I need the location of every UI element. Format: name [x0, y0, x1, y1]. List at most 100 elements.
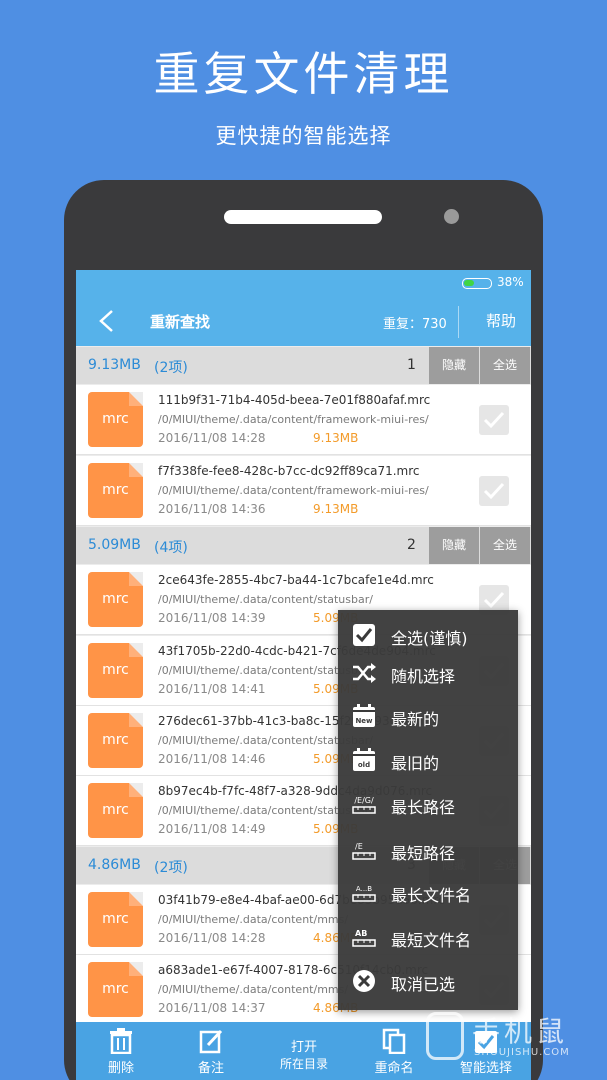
- group-index: 1: [407, 357, 416, 373]
- battery-percent: 38%: [497, 275, 524, 289]
- file-row[interactable]: mrc f7f338fe-fee8-428c-b7cc-dc92ff89ca71…: [76, 456, 531, 526]
- duplicate-count: 重复：730: [383, 317, 447, 332]
- file-name: f7f338fe-fee8-428c-b7cc-dc92ff89ca71.mrc: [158, 464, 420, 478]
- file-name: 2ce643fe-2855-4bc7-ba44-1c7bcafe1e4d.mrc: [158, 573, 434, 587]
- rescan-button[interactable]: 重新查找: [150, 311, 210, 332]
- menu-item-shortest-name[interactable]: AB 最短文件名: [338, 915, 518, 959]
- file-ext: mrc: [102, 662, 129, 678]
- group-hide-button[interactable]: 隐藏: [429, 527, 479, 564]
- group-count: (2项): [154, 360, 188, 376]
- calendar-new-icon: New: [353, 704, 375, 727]
- check-icon: [483, 591, 505, 609]
- short-name-badge: AB: [355, 929, 367, 938]
- file-date: 2016/11/08 14:36: [158, 502, 266, 516]
- battery-icon: [462, 278, 492, 289]
- file-date: 2016/11/08 14:39: [158, 611, 266, 625]
- menu-label: 最新的: [391, 710, 440, 729]
- file-size: 9.13MB: [313, 502, 359, 516]
- open-label: 打开: [290, 1040, 317, 1055]
- long-name-badge: A...B: [356, 885, 372, 893]
- check-icon: [483, 482, 505, 500]
- file-icon: mrc: [88, 643, 143, 698]
- app-bar: 重新查找 重复：730 帮助: [76, 296, 531, 346]
- file-size: 9.13MB: [313, 431, 359, 445]
- file-ext: mrc: [102, 911, 129, 927]
- phone-speaker: [224, 210, 382, 224]
- battery-level: [464, 280, 474, 286]
- file-date: 2016/11/08 14:37: [158, 1001, 266, 1015]
- short-name-icon: AB: [352, 929, 376, 947]
- open-folder-button[interactable]: 打开 所在目录: [269, 1022, 339, 1080]
- menu-label: 随机选择: [391, 667, 456, 686]
- note-label: 备注: [197, 1061, 224, 1076]
- file-date: 2016/11/08 14:28: [158, 931, 266, 945]
- group-count: (2项): [154, 860, 188, 876]
- group-header: 9.13MB (2项) 1 隐藏 全选: [76, 347, 531, 384]
- calendar-old-icon: old: [353, 748, 375, 771]
- group-index: 2: [407, 537, 416, 553]
- file-date: 2016/11/08 14:41: [158, 682, 266, 696]
- file-path: /0/MIUI/theme/.data/content/mms/: [158, 913, 349, 926]
- check-icon: [483, 411, 505, 429]
- file-ext: mrc: [102, 981, 129, 997]
- menu-item-longest-path[interactable]: /E/G/ 最长路径: [338, 782, 518, 826]
- file-date: 2016/11/08 14:46: [158, 752, 266, 766]
- folder-label: 所在目录: [279, 1057, 328, 1071]
- file-date: 2016/11/08 14:28: [158, 431, 266, 445]
- file-checkbox[interactable]: [479, 476, 509, 506]
- status-bar: 38%: [76, 270, 531, 296]
- file-ext: mrc: [102, 591, 129, 607]
- group-hide-button[interactable]: 隐藏: [429, 347, 479, 384]
- promo-title: 重复文件清理: [153, 47, 454, 101]
- delete-label: 删除: [107, 1061, 134, 1076]
- file-ext: mrc: [102, 482, 129, 498]
- phone-camera: [444, 209, 459, 224]
- file-path: /0/MIUI/theme/.data/content/framework-mi…: [158, 484, 429, 497]
- file-icon: mrc: [88, 962, 143, 1017]
- file-row[interactable]: mrc 111b9f31-71b4-405d-beea-7e01f880afaf…: [76, 385, 531, 455]
- file-icon: mrc: [88, 713, 143, 768]
- file-checkbox[interactable]: [479, 405, 509, 435]
- group-count: (4项): [154, 540, 188, 556]
- help-button[interactable]: 帮助: [486, 310, 516, 331]
- menu-item-deselect[interactable]: 取消已选: [338, 959, 518, 1003]
- group-select-all-button[interactable]: 全选: [480, 347, 530, 384]
- menu-label: 取消已选: [391, 975, 456, 994]
- file-icon: mrc: [88, 572, 143, 627]
- group-size: 4.86MB: [88, 857, 141, 873]
- watermark: 手机鼠 SHOUJISHU.COM: [426, 1010, 596, 1070]
- watermark-phone-icon: [426, 1012, 464, 1060]
- group-select-all-button[interactable]: 全选: [480, 527, 530, 564]
- delete-button[interactable]: 删除: [86, 1022, 156, 1080]
- menu-item-shortest-path[interactable]: /E 最短路径: [338, 828, 518, 872]
- menu-item-newest[interactable]: New 最新的: [338, 694, 518, 738]
- file-icon: mrc: [88, 392, 143, 447]
- menu-label: 全选(谨慎): [391, 629, 468, 648]
- shuffle-icon: [353, 663, 376, 683]
- rename-button[interactable]: 重命名: [359, 1022, 429, 1080]
- menu-label: 最旧的: [391, 754, 440, 773]
- file-icon: mrc: [88, 783, 143, 838]
- copy-icon: [382, 1028, 406, 1054]
- promo-subtitle: 更快捷的智能选择: [215, 124, 392, 148]
- menu-item-random[interactable]: 随机选择: [338, 651, 518, 695]
- menu-label: 最短文件名: [391, 931, 472, 950]
- appbar-divider: [458, 306, 459, 338]
- menu-label: 最短路径: [391, 844, 456, 863]
- file-ext: mrc: [102, 802, 129, 818]
- note-button[interactable]: 备注: [176, 1022, 246, 1080]
- menu-item-oldest[interactable]: old 最旧的: [338, 738, 518, 782]
- long-name-icon: A...B: [352, 885, 376, 902]
- edit-icon: [199, 1029, 223, 1054]
- file-ext: mrc: [102, 732, 129, 748]
- rename-label: 重命名: [374, 1061, 414, 1076]
- menu-label: 最长文件名: [391, 886, 472, 905]
- back-arrow-icon[interactable]: [98, 310, 114, 332]
- menu-label: 最长路径: [391, 798, 456, 817]
- file-ext: mrc: [102, 411, 129, 427]
- short-path-badge: /E: [355, 842, 363, 851]
- menu-item-longest-name[interactable]: A...B 最长文件名: [338, 870, 518, 914]
- watermark-text: 手机鼠: [472, 1015, 569, 1048]
- smart-select-menu: 全选(谨慎) 随机选择 New 最新的 old 最旧的 /E/G/ 最长路径 /…: [338, 610, 518, 1010]
- group-size: 5.09MB: [88, 537, 141, 553]
